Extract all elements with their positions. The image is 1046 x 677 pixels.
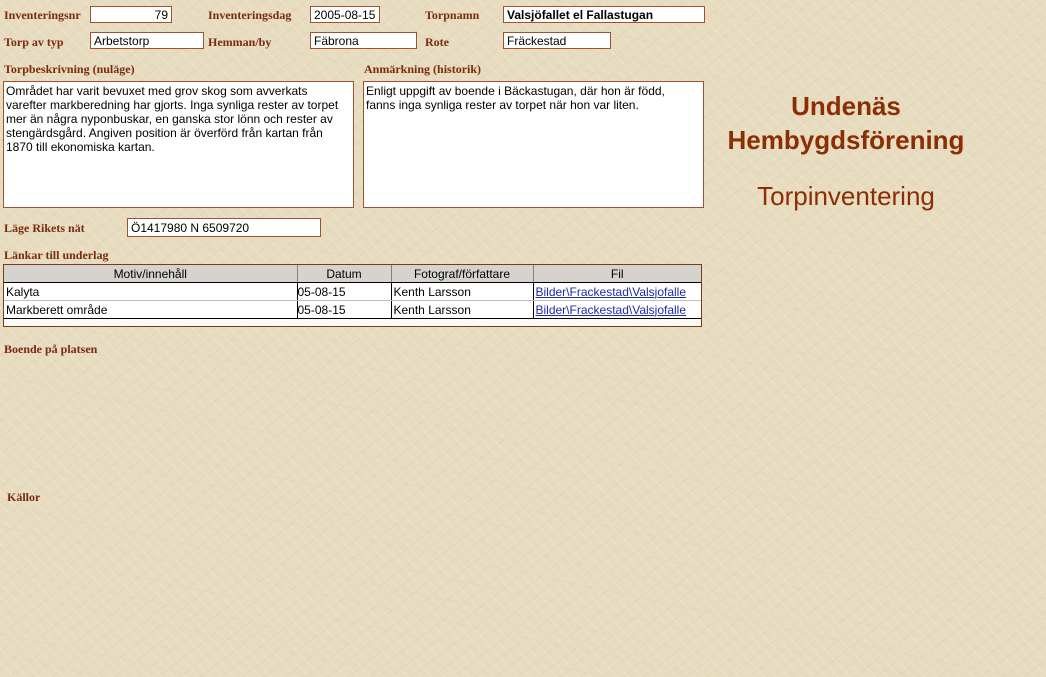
kallor-label: Källor (7, 490, 41, 504)
inventeringsnr-field[interactable]: 79 (90, 6, 172, 23)
page-subtitle: Torpinventering (757, 181, 935, 211)
hemman-by-label: Hemman/by (208, 35, 272, 49)
links-table: Motiv/innehåll Datum Fotograf/författare… (4, 265, 701, 319)
cell-datum[interactable]: 05-08-15 (297, 282, 392, 301)
org-name-line2: Hembygdsförening (727, 125, 965, 155)
links-subform: Motiv/innehåll Datum Fotograf/författare… (3, 264, 702, 327)
lankar-label: Länkar till underlag (4, 248, 109, 262)
torpbeskrivning-label: Torpbeskrivning (nuläge) (4, 62, 135, 76)
torpnamn-field[interactable]: Valsjöfallet el Fallastugan (503, 6, 705, 23)
table-row[interactable]: Kalyta 05-08-15 Kenth Larsson Bilder\Fra… (4, 282, 701, 301)
table-row[interactable]: Markberett område 05-08-15 Kenth Larsson… (4, 300, 701, 319)
inventeringsdag-field[interactable]: 2005-08-15 (310, 6, 380, 23)
torpbeskrivning-textarea[interactable]: Området har varit bevuxet med grov skog … (3, 81, 354, 208)
cell-motiv[interactable]: Kalyta (4, 282, 298, 301)
rote-label: Rote (425, 35, 449, 49)
column-header-fil[interactable]: Fil (533, 265, 701, 283)
cell-motiv[interactable]: Markberett område (4, 300, 298, 319)
anmarkning-label: Anmärkning (historik) (364, 62, 482, 76)
column-header-motiv[interactable]: Motiv/innehåll (4, 265, 298, 283)
torp-av-typ-field[interactable]: Arbetstorp (90, 32, 204, 49)
rote-field[interactable]: Fräckestad (503, 32, 611, 49)
inventeringsnr-label: Inventeringsnr (4, 8, 81, 22)
column-header-fotograf[interactable]: Fotograf/författare (391, 265, 534, 283)
cell-fotograf[interactable]: Kenth Larsson (391, 282, 534, 301)
org-name-line1: Undenäs (791, 91, 901, 121)
file-link[interactable]: Bilder\Frackestad\Valsjofalle (533, 282, 701, 301)
column-header-datum[interactable]: Datum (297, 265, 392, 283)
lage-label: Läge Rikets nät (4, 221, 85, 235)
cell-datum[interactable]: 05-08-15 (297, 300, 392, 319)
boende-label: Boende på platsen (4, 342, 98, 356)
anmarkning-textarea[interactable]: Enligt uppgift av boende i Bäckastugan, … (363, 81, 704, 208)
inventeringsdag-label: Inventeringsdag (208, 8, 292, 22)
hemman-by-field[interactable]: Fäbrona (310, 32, 417, 49)
cell-fotograf[interactable]: Kenth Larsson (391, 300, 534, 319)
file-link[interactable]: Bilder\Frackestad\Valsjofalle (533, 300, 701, 319)
torp-av-typ-label: Torp av typ (4, 35, 64, 49)
lage-field[interactable]: Ö1417980 N 6509720 (127, 218, 321, 237)
torpnamn-label: Torpnamn (425, 8, 480, 22)
